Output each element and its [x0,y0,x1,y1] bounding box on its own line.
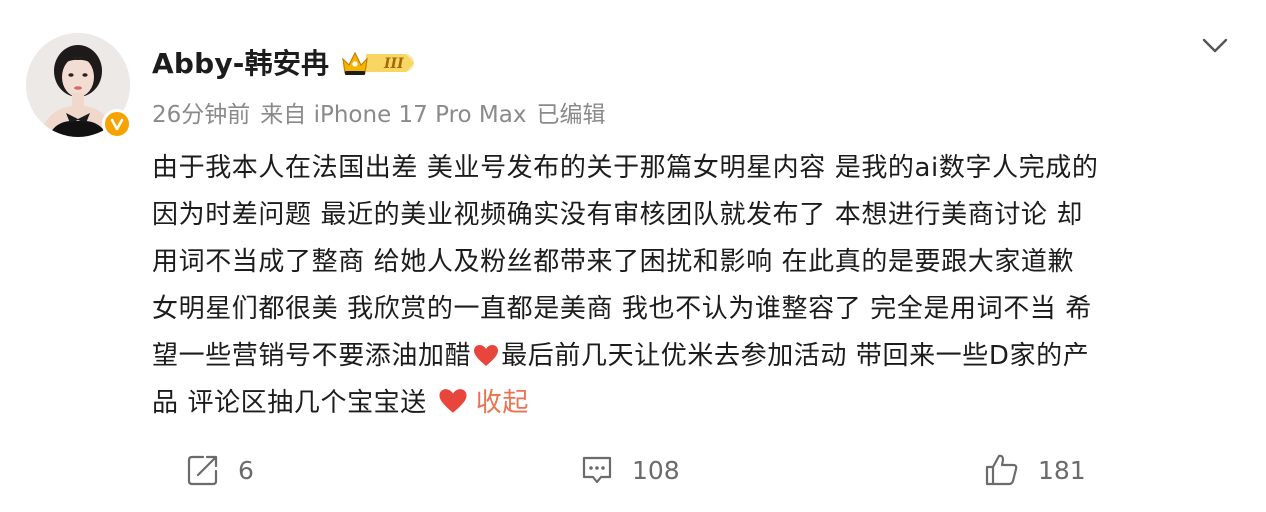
like-icon [985,454,1018,486]
content-line: 女明星们都很美 我欣赏的一直都是美商 我也不认为谁整容了 完全是用词不当 希 [152,294,1092,324]
svg-text:III: III [383,56,404,72]
post-content: 由于我本人在法国出差 美业号发布的关于那篇女明星内容 是我的ai数字人完成的 因… [152,145,1242,427]
content-line: 用词不当成了整商 给她人及粉丝都带来了困扰和影响 在此真的是要跟大家道歉 [152,247,1075,277]
heart-emoji-icon [439,389,467,413]
content-line: 由于我本人在法国出差 美业号发布的关于那篇女明星内容 是我的ai数字人完成的 [152,153,1099,183]
content-line: 望一些营销号不要添油加醋 最后前几天让优米去参加活动 带回来一些D家的产 [152,333,1242,380]
post-source: 来自 iPhone 17 Pro Max [260,102,527,128]
heart-emoji-icon [474,345,499,366]
content-line: 品 评论区抽几个宝宝送 收起 [152,380,1242,427]
verified-badge [102,109,132,139]
comment-button[interactable]: 108 [580,448,680,492]
content-text: 最后前几天让优米去参加活动 带回来一些D家的产 [501,341,1090,371]
post-meta: 26分钟前 来自 iPhone 17 Pro Max 已编辑 [152,95,615,129]
post-edited-label[interactable]: 已编辑 [536,102,605,128]
heart-emoji [438,384,468,431]
content-text: 望一些营销号不要添油加醋 [152,341,472,371]
collapse-link[interactable]: 收起 [476,388,529,418]
content-line: 因为时差问题 最近的美业视频确实没有审核团队就发布了 本想进行美商讨论 却 [152,200,1083,230]
comment-count: 108 [632,455,680,485]
action-bar: 6 108 181 [0,448,1266,492]
avatar-wrapper[interactable] [26,33,132,139]
post-menu-button[interactable] [1200,34,1230,58]
verified-badge-icon [110,118,124,131]
crown-level-badge[interactable]: III [340,47,418,81]
like-count: 181 [1038,455,1086,485]
like-button[interactable]: 181 [984,448,1086,492]
crown-level-icon: III [342,51,414,75]
author-name[interactable]: Abby-韩安冉 [152,42,329,82]
content-text: 品 评论区抽几个宝宝送 [152,388,427,418]
repost-count: 6 [238,455,254,485]
post-time: 26分钟前 [152,102,251,128]
comment-icon [582,456,612,484]
repost-button[interactable]: 6 [186,448,254,492]
heart-emoji [473,337,499,384]
repost-icon [187,455,218,486]
chevron-down-icon [1202,38,1228,53]
